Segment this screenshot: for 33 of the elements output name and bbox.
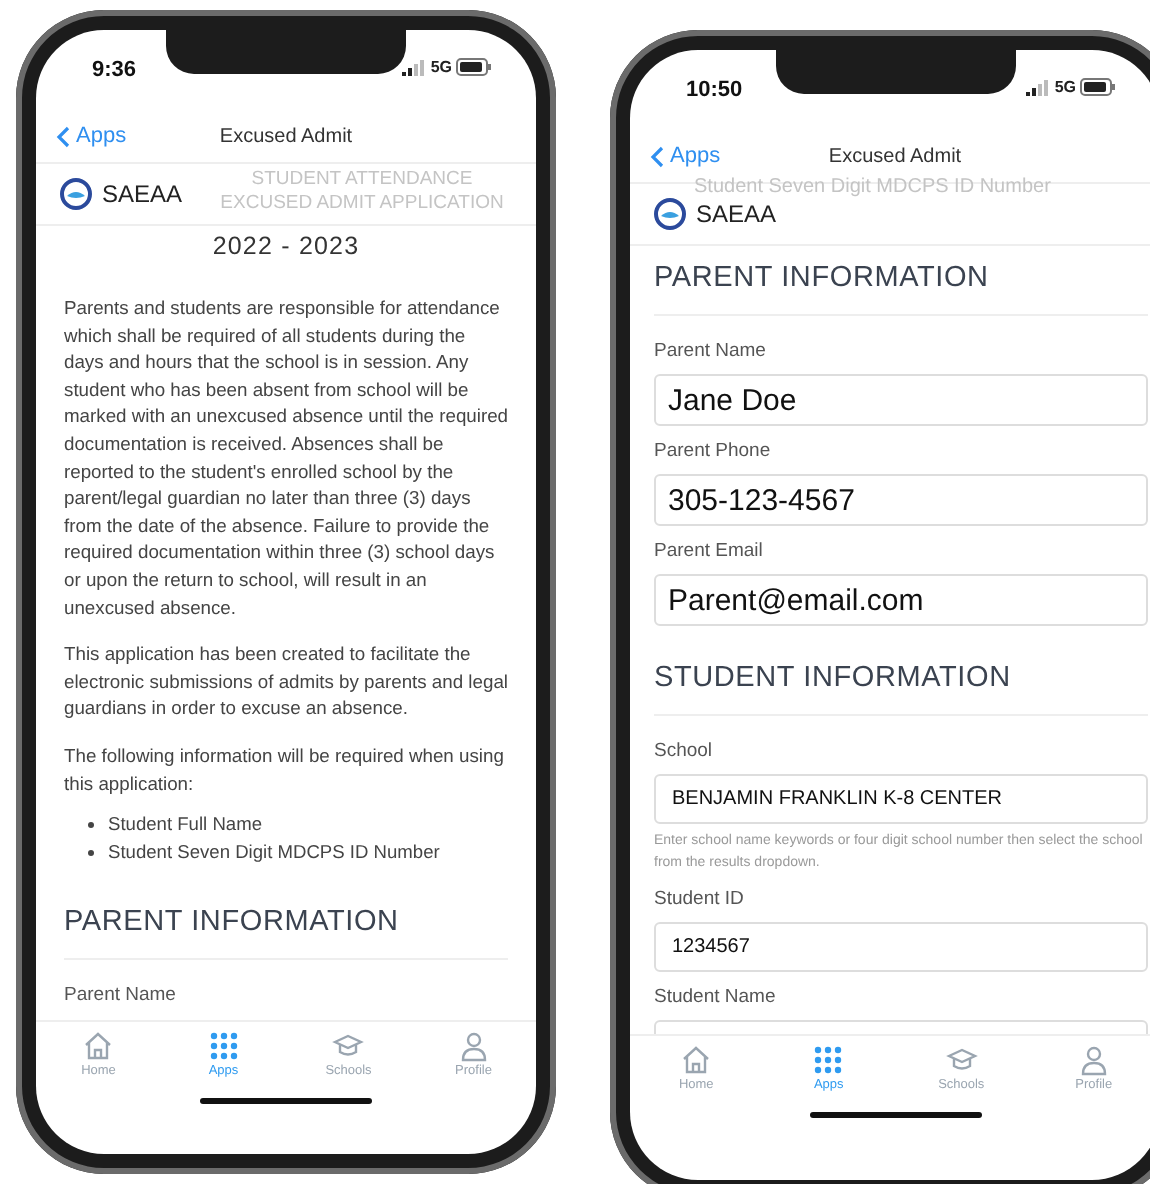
list-item: Student Full Name <box>108 812 262 839</box>
input-field[interactable]: 305-123-4567 <box>654 474 1148 526</box>
scrolled-text: Student Seven Digit MDCPS ID Number <box>694 176 1053 200</box>
field-label: Parent Email <box>654 540 765 562</box>
section-heading: PARENT INFORMATION <box>654 262 1148 316</box>
status-time: 10:50 <box>686 78 743 102</box>
screen-title: Excused Admit <box>219 125 353 147</box>
field-label: Parent Phone <box>654 440 773 462</box>
year-heading: 2022 - 2023 <box>210 232 362 260</box>
field-label: Parent Name <box>64 984 178 1007</box>
list-item: Student Seven Digit MDCPS ID Number <box>108 839 440 866</box>
app-name: SAEAA <box>696 200 777 228</box>
paragraph: The following information will be required when using this application: <box>64 741 506 797</box>
input-field[interactable]: Parent@email.com <box>654 574 1148 626</box>
field-label: Student ID <box>654 888 746 910</box>
input-field[interactable]: BENJAMIN FRANKLIN K-8 CENTER <box>654 774 1148 824</box>
network-label: 5G <box>1054 78 1076 96</box>
network-label: 5G <box>430 58 452 76</box>
back-link[interactable]: Apps <box>56 124 127 148</box>
section-heading: PARENT INFORMATION <box>64 906 508 961</box>
input-field[interactable]: Jane Doe <box>654 374 1148 426</box>
paragraph: This application has been created to facilitate the electronic submissions of admits by parents and legal guardians in order to excuse an absence. <box>64 640 508 722</box>
field-label: Parent Name <box>654 340 768 362</box>
section-heading: STUDENT INFORMATION <box>654 662 1148 716</box>
field-label: School <box>654 740 715 762</box>
screen-title: Excused Admit <box>828 145 962 167</box>
status-time: 9:36 <box>92 58 137 82</box>
back-link[interactable]: Apps <box>650 144 721 168</box>
input-field[interactable]: 1234567 <box>654 922 1148 972</box>
field-label: Student Name <box>654 986 778 1008</box>
scrolled-text: STUDENT ATTENDANCE EXCUSED ADMIT APPLICATION <box>218 168 506 216</box>
app-name: SAEAA <box>102 180 183 208</box>
paragraph: Parents and students are responsible for attendance which shall be required of all students during the days and hours that the school is in session. Any student who has been absent from school will be marked with an unexcused absence until the required documentation is received. Absences shall be reported to the student's enrolled school by the parent/legal guardian no later than three (3) days from the date of the absence. Failure to provide the required documentation within three (3) school days or upon the return to school, will result in an unexcused absence. <box>64 294 508 621</box>
